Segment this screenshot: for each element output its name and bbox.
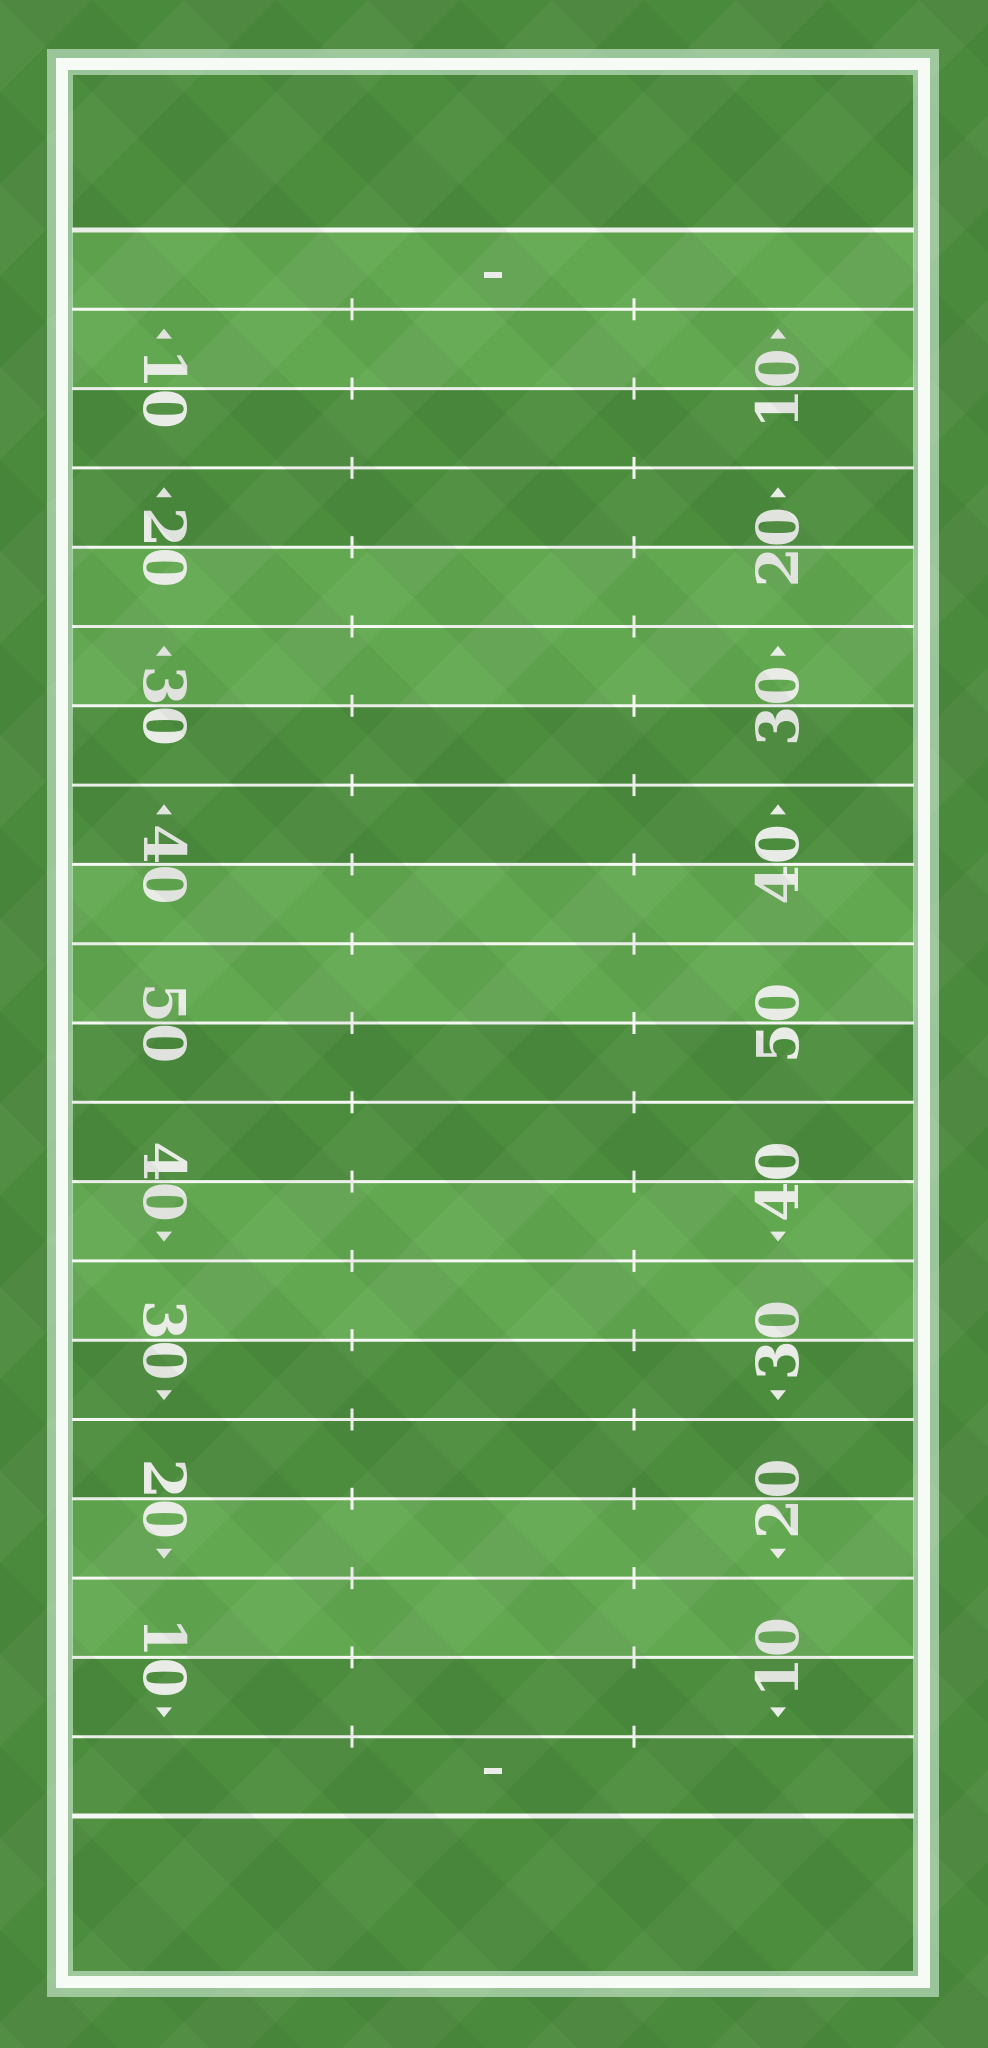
football-field: 101020203030404050504040303020201010 <box>0 0 988 2048</box>
field-canvas: 101020203030404050504040303020201010 <box>0 0 988 2048</box>
turf-texture-overlay <box>0 0 988 2048</box>
